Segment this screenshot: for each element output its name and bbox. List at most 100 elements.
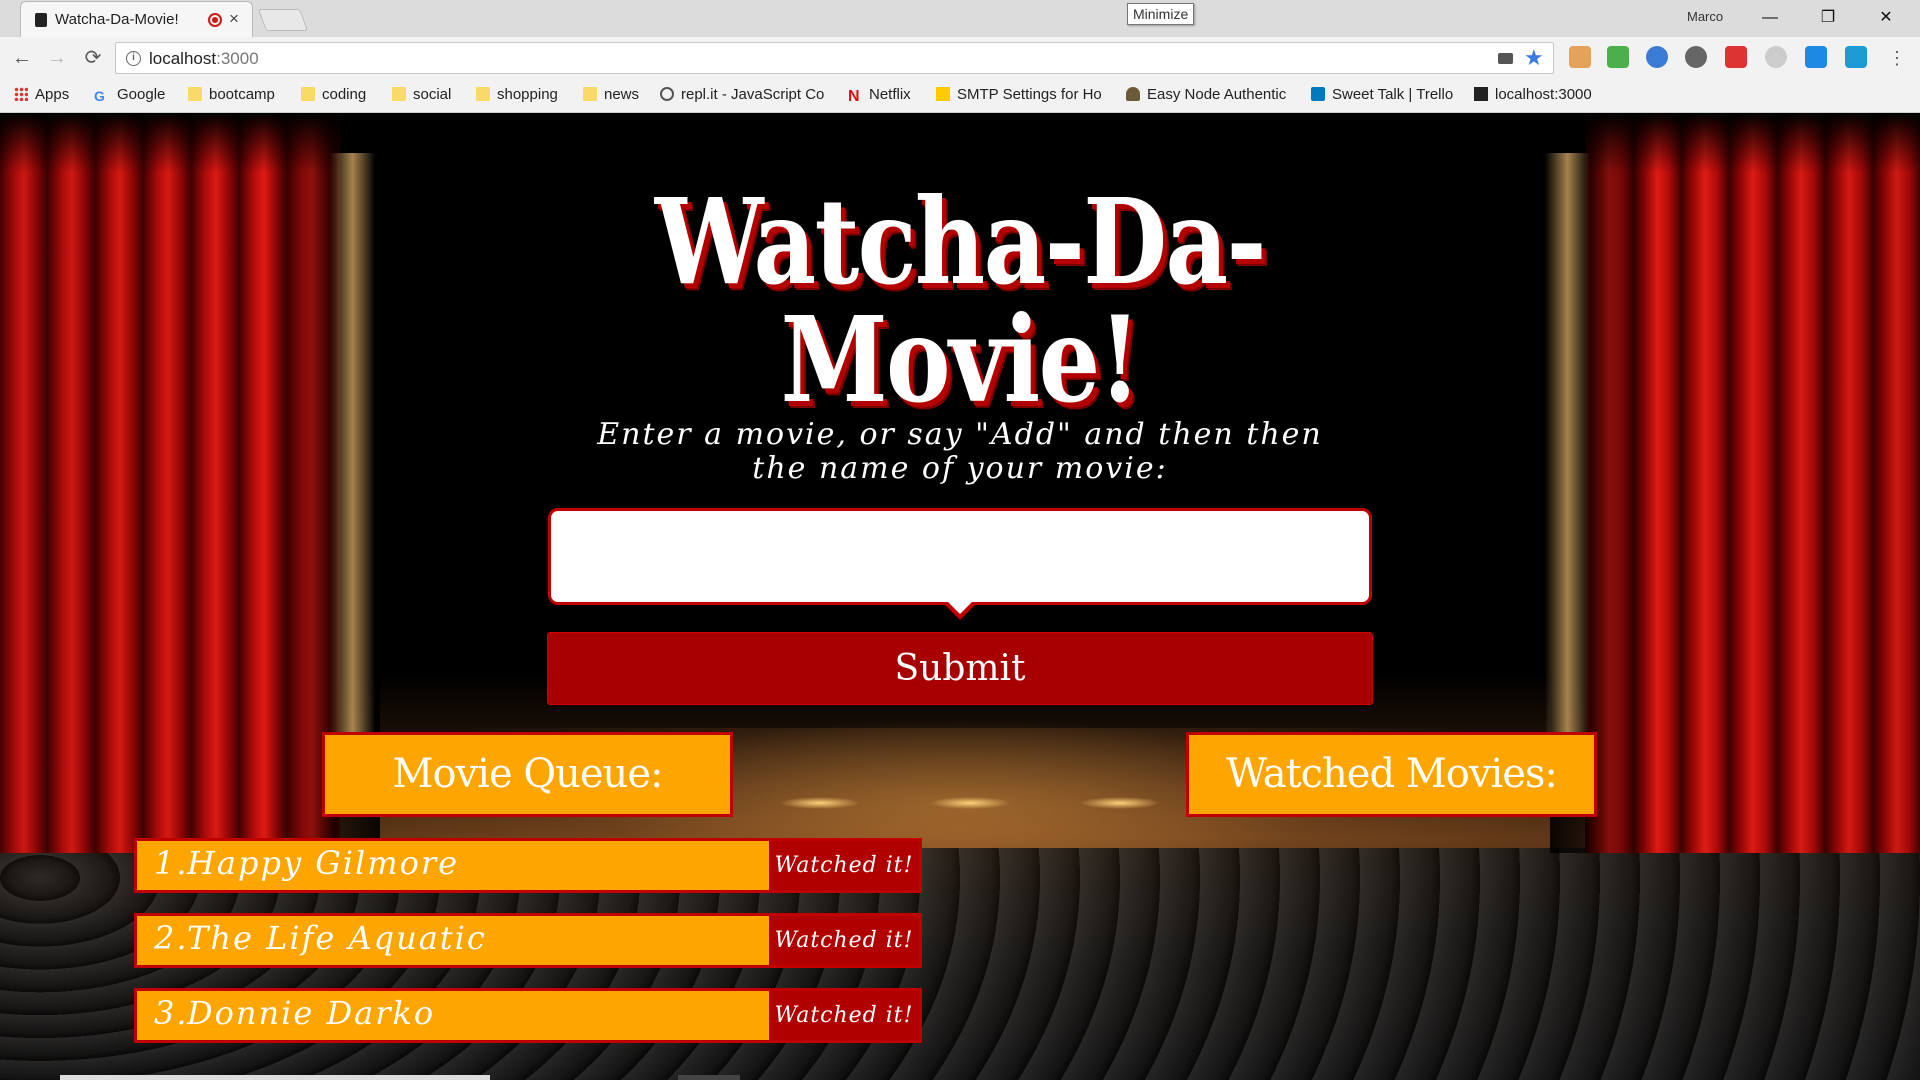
bookmark-label: shopping	[497, 86, 558, 103]
url-text: localhost:3000	[149, 49, 259, 69]
bookmark-label: news	[604, 86, 640, 103]
speech-bubble-tail	[942, 599, 978, 620]
minimize-tooltip: Minimize	[1127, 3, 1195, 25]
stage-footlights	[760, 793, 1180, 813]
extension-media-icon[interactable]	[1805, 46, 1827, 68]
tab-title: Watcha-Da-Movie!	[55, 11, 179, 28]
extension-m-icon[interactable]	[1845, 46, 1867, 68]
camera-icon[interactable]	[1498, 53, 1513, 64]
reload-button[interactable]: ⟳	[80, 45, 106, 71]
bookmark-google[interactable]: G Google	[94, 86, 165, 106]
tab-close-icon[interactable]: ×	[229, 9, 239, 29]
page-content: Watcha-Da-Movie! Enter a movie, or say "…	[0, 113, 1920, 1080]
profile-name[interactable]: Marco	[1687, 9, 1723, 24]
extension-compass-icon[interactable]	[1685, 46, 1707, 68]
apps-grid-icon	[14, 87, 28, 101]
watched-it-button[interactable]: Watched it!	[769, 916, 919, 965]
queue-item: 3. Donnie Darko Watched it!	[134, 988, 922, 1043]
queue-item-number: 2.	[154, 919, 189, 957]
bookmark-social[interactable]: social	[392, 86, 451, 106]
queue-item-title: Happy Gilmore	[187, 844, 460, 882]
extension-cors-icon[interactable]	[1725, 46, 1747, 68]
bookmark-node-auth[interactable]: Easy Node Authentic	[1126, 86, 1294, 106]
watched-it-button[interactable]: Watched it!	[769, 991, 919, 1040]
page-scrollbar-thumb[interactable]	[678, 1075, 740, 1080]
prompt-line-2: the name of your movie:	[752, 451, 1168, 486]
input-prompt: Enter a movie, or say "Add" and then the…	[560, 418, 1360, 486]
queue-item: 2. The Life Aquatic Watched it!	[134, 913, 922, 968]
back-button[interactable]: ←	[9, 45, 35, 71]
extension-pin-icon[interactable]	[1569, 46, 1591, 68]
right-spotlight	[1545, 153, 1590, 773]
extension-arrows-icon[interactable]	[1646, 46, 1668, 68]
bookmark-label: Google	[117, 86, 166, 103]
extension-new-icon[interactable]	[1607, 46, 1629, 68]
recording-icon	[208, 13, 222, 27]
tab-strip: Watcha-Da-Movie! × Marco — ❐ ✕	[0, 0, 1920, 37]
folder-icon	[583, 87, 597, 101]
site-info-icon[interactable]: i	[126, 51, 141, 66]
folder-icon	[392, 87, 406, 101]
stage-top-shadow	[0, 113, 1920, 173]
bookmark-star-icon[interactable]: ★	[1524, 45, 1544, 71]
watched-it-button[interactable]: Watched it!	[769, 841, 919, 890]
prompt-line-1: Enter a movie, or say "Add" and then the…	[597, 417, 1323, 452]
restore-button[interactable]: ❐	[1805, 4, 1851, 32]
bookmark-bootcamp[interactable]: bootcamp	[188, 86, 275, 106]
smtp-icon	[936, 87, 950, 101]
bookmark-localhost[interactable]: localhost:3000	[1474, 86, 1592, 106]
bookmark-apps[interactable]: Apps	[14, 86, 69, 106]
extension-json-icon[interactable]	[1765, 46, 1787, 68]
browser-menu-icon[interactable]: ⋮	[1884, 45, 1910, 71]
movie-input[interactable]	[548, 508, 1372, 605]
bookmark-replit[interactable]: repl.it - JavaScript Co	[660, 86, 830, 106]
watched-movies-heading: Watched Movies:	[1186, 732, 1597, 817]
bookmark-label: SMTP Settings for Ho	[957, 86, 1102, 103]
bookmark-label: Apps	[35, 86, 70, 103]
bookmark-news[interactable]: news	[583, 86, 639, 106]
queue-item-title: The Life Aquatic	[187, 919, 487, 957]
bookmark-smtp[interactable]: SMTP Settings for Ho	[936, 86, 1106, 106]
folder-icon	[301, 87, 315, 101]
folder-icon	[188, 87, 202, 101]
address-bar[interactable]: i localhost:3000 ★	[115, 42, 1554, 74]
google-icon: G	[94, 88, 105, 104]
right-curtain-shade	[1550, 113, 1920, 853]
bookmark-shopping[interactable]: shopping	[476, 86, 558, 106]
bookmark-label: bootcamp	[209, 86, 275, 103]
minimize-button[interactable]: —	[1747, 4, 1793, 32]
bookmark-label: Sweet Talk | Trello	[1332, 86, 1454, 103]
node-auth-icon	[1126, 87, 1140, 101]
left-spotlight	[330, 153, 375, 773]
bookmark-label: Easy Node Authentic	[1147, 86, 1287, 103]
queue-item-title: Donnie Darko	[187, 994, 436, 1032]
bookmark-netflix[interactable]: N Netflix	[848, 86, 911, 106]
new-tab-button[interactable]	[257, 9, 309, 31]
queue-item: 1. Happy Gilmore Watched it!	[134, 838, 922, 893]
movie-queue-heading: Movie Queue:	[322, 732, 733, 817]
submit-button[interactable]: Submit	[547, 632, 1373, 705]
trello-icon	[1311, 87, 1325, 101]
movie-queue-list: 1. Happy Gilmore Watched it! 2. The Life…	[134, 838, 922, 1063]
bookmarks-bar: Apps G Google bootcamp coding social shop…	[0, 79, 1920, 113]
bookmark-trello[interactable]: Sweet Talk | Trello	[1311, 86, 1453, 106]
bookmark-label: coding	[322, 86, 367, 103]
queue-item-number: 1.	[154, 844, 189, 882]
page-favicon-icon	[35, 13, 47, 27]
bookmark-label: social	[413, 86, 452, 103]
localhost-icon	[1474, 87, 1488, 101]
page-scrollbar[interactable]	[60, 1075, 490, 1080]
queue-item-number: 3.	[154, 994, 189, 1032]
folder-icon	[476, 87, 490, 101]
url-port: :3000	[216, 49, 259, 68]
netflix-icon: N	[848, 88, 860, 105]
replit-icon	[660, 87, 674, 101]
bookmark-label: Netflix	[869, 86, 911, 103]
url-host: localhost	[149, 49, 217, 68]
bookmark-coding[interactable]: coding	[301, 86, 366, 106]
bookmark-label: localhost:3000	[1495, 86, 1592, 103]
forward-button[interactable]: →	[44, 45, 70, 71]
window-close-button[interactable]: ✕	[1863, 4, 1909, 32]
browser-tab[interactable]: Watcha-Da-Movie! ×	[20, 1, 253, 37]
browser-toolbar: ← → ⟳ i localhost:3000 ★ ⋮	[0, 37, 1920, 79]
